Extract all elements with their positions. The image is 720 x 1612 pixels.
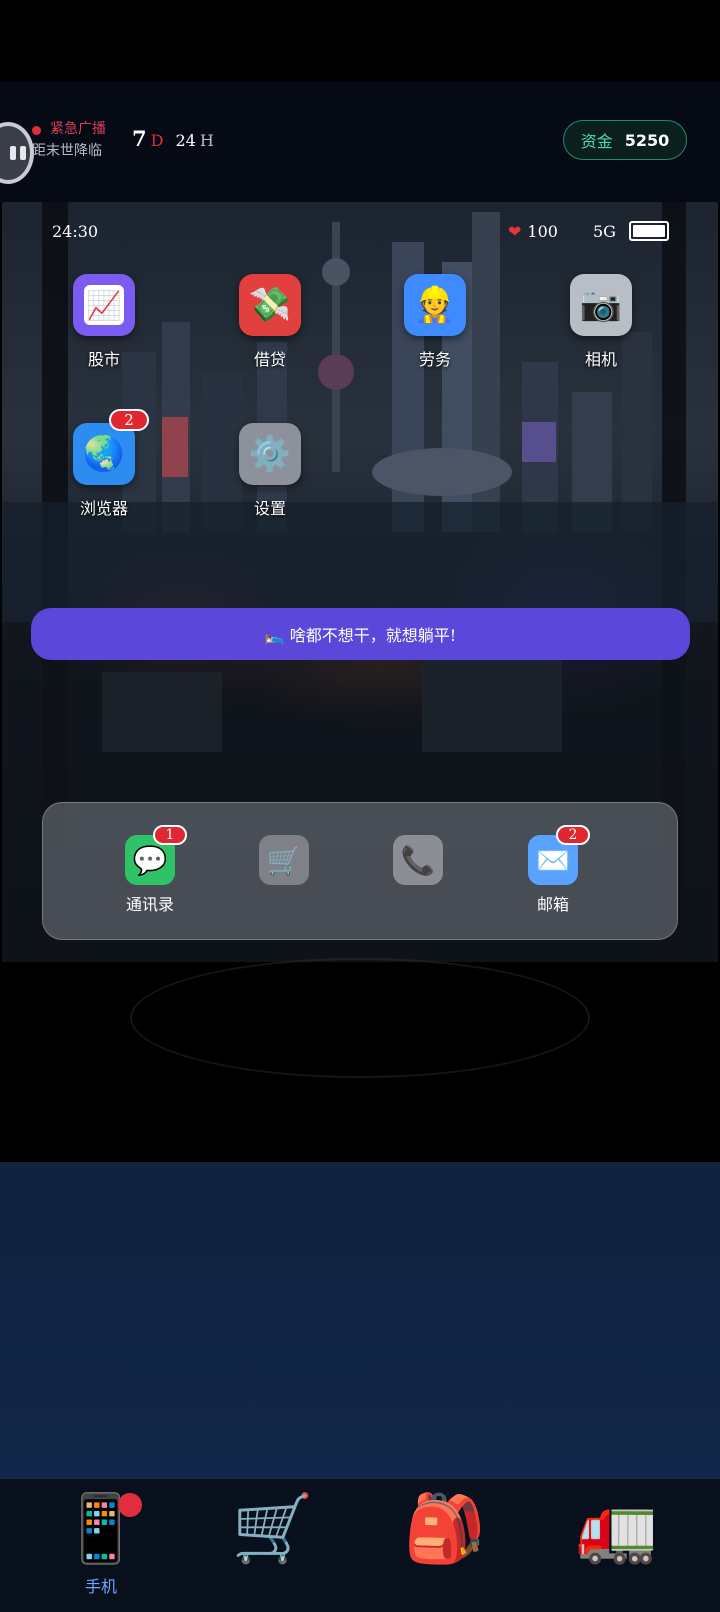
funds-label: 资金 bbox=[580, 132, 613, 151]
app-label: 股市 bbox=[87, 350, 120, 369]
app-label: 劳务 bbox=[418, 350, 451, 369]
health-value: 100 bbox=[527, 222, 558, 241]
dock-app-shop[interactable]: 🛒 bbox=[234, 835, 334, 885]
phone-icon: 📞 bbox=[393, 835, 443, 885]
app-labor[interactable]: 👷 劳务 bbox=[380, 274, 490, 370]
banner-text: 🛌 啥都不想干，就想躺平! bbox=[264, 626, 457, 645]
notification-badge: 1 bbox=[153, 825, 187, 845]
globe-icon: 🌏 2 bbox=[73, 409, 149, 485]
app-label: 相机 bbox=[584, 350, 617, 369]
app-loan[interactable]: 💸 借贷 bbox=[215, 274, 325, 370]
broadcast-subtitle: 距末世降临 bbox=[32, 143, 102, 159]
mail-icon: ✉️ 2 bbox=[528, 825, 590, 885]
pause-icon bbox=[10, 146, 16, 160]
bottom-navigation: 📱 手机 🛒 🎒 🚛 bbox=[0, 1478, 720, 1612]
shopping-cart-icon: 🛒 bbox=[231, 1490, 315, 1567]
app-label: 浏览器 bbox=[79, 499, 128, 518]
health-indicator: ❤ 100 bbox=[508, 222, 558, 241]
phone-screen: 24:30 ❤ 100 5G 📈 股市 💸 借贷 👷 劳务 📷 相机 🌏 2 浏… bbox=[2, 202, 718, 962]
broadcast-dot-icon bbox=[32, 126, 41, 135]
app-browser[interactable]: 🌏 2 浏览器 bbox=[49, 409, 159, 519]
nav-item-truck[interactable]: 🚛 bbox=[562, 1489, 672, 1571]
app-stock-market[interactable]: 📈 股市 bbox=[49, 274, 159, 370]
dock-app-contacts[interactable]: 💬 1 通讯录 bbox=[100, 825, 200, 915]
signal-label: 5G bbox=[593, 222, 616, 241]
chart-icon: 📈 bbox=[73, 274, 135, 336]
backpack-icon: 🎒 bbox=[403, 1490, 487, 1567]
dock-app-mail[interactable]: ✉️ 2 邮箱 bbox=[503, 825, 603, 915]
gear-icon: ⚙️ bbox=[239, 423, 301, 485]
app-label: 设置 bbox=[253, 499, 286, 518]
countdown-days-unit: D bbox=[150, 131, 164, 150]
page-background bbox=[0, 1162, 720, 1480]
status-banner[interactable]: 🛌 啥都不想干，就想躺平! bbox=[31, 608, 690, 660]
worker-icon: 👷 bbox=[404, 274, 466, 336]
notification-badge: 2 bbox=[556, 825, 590, 845]
broadcast-title[interactable]: 紧急广播 bbox=[50, 118, 106, 138]
cart-icon: 🛒 bbox=[259, 835, 309, 885]
dock-label: 邮箱 bbox=[536, 895, 569, 914]
nav-item-backpack[interactable]: 🎒 bbox=[390, 1489, 500, 1571]
countdown-days: 7 bbox=[132, 126, 147, 151]
countdown-hours-unit: H bbox=[199, 131, 214, 150]
chat-icon: 💬 1 bbox=[125, 825, 187, 885]
notification-badge: 2 bbox=[109, 409, 149, 431]
nav-label: 手机 bbox=[84, 1577, 117, 1596]
app-camera[interactable]: 📷 相机 bbox=[546, 274, 656, 370]
app-label: 借贷 bbox=[253, 350, 286, 369]
top-bar-background bbox=[0, 0, 720, 82]
countdown: 7 D 24 H bbox=[132, 126, 214, 151]
heart-icon: ❤ bbox=[508, 222, 522, 241]
battery-icon bbox=[629, 221, 669, 241]
money-wings-icon: 💸 bbox=[239, 274, 301, 336]
nav-item-shop[interactable]: 🛒 bbox=[218, 1489, 328, 1571]
app-dock: 💬 1 通讯录 🛒 📞 ✉️ 2 邮箱 bbox=[42, 802, 678, 940]
pause-icon-bar bbox=[20, 146, 26, 160]
truck-icon: 🚛 bbox=[575, 1490, 659, 1567]
status-time: 24:30 bbox=[52, 222, 99, 241]
decorative-ring bbox=[130, 958, 590, 1078]
funds-value: 5250 bbox=[624, 130, 670, 150]
dock-label: 通讯录 bbox=[125, 895, 174, 914]
app-settings[interactable]: ⚙️ 设置 bbox=[215, 423, 325, 519]
pause-button[interactable] bbox=[0, 122, 34, 184]
dock-app-phone[interactable]: 📞 bbox=[368, 835, 468, 885]
countdown-hours: 24 bbox=[175, 131, 196, 150]
nav-item-phone[interactable]: 📱 手机 bbox=[46, 1489, 156, 1597]
camera-icon: 📷 bbox=[570, 274, 632, 336]
game-header: 紧急广播 距末世降临 7 D 24 H 资金 5250 bbox=[0, 82, 720, 202]
notification-dot bbox=[118, 1493, 142, 1517]
funds-badge[interactable]: 资金 5250 bbox=[563, 120, 687, 160]
